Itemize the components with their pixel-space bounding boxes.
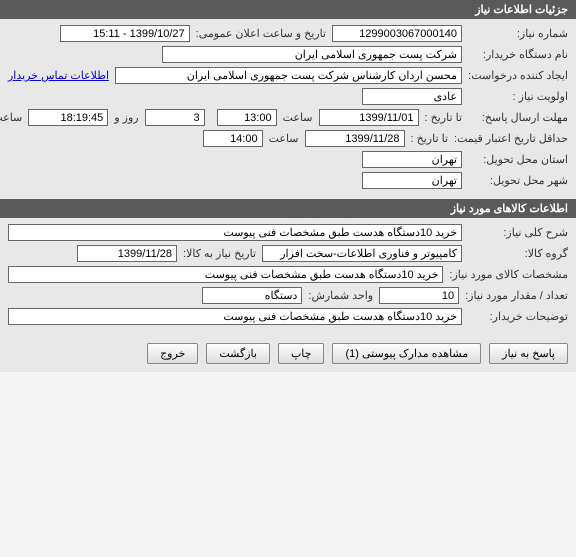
to-date-label-2: تا تاریخ :	[411, 132, 448, 145]
need-number-field[interactable]	[332, 25, 462, 42]
response-deadline-date[interactable]	[319, 109, 419, 126]
unit-field[interactable]	[202, 287, 302, 304]
goods-spec-field[interactable]	[8, 266, 443, 283]
public-datetime-field[interactable]	[60, 25, 190, 42]
section1-body: شماره نیاز: تاریخ و ساعت اعلان عمومی: نا…	[0, 19, 576, 199]
delivery-city-label: شهر محل تحویل:	[468, 174, 568, 187]
buyer-org-field[interactable]	[162, 46, 462, 63]
delivery-province-label: استان محل تحویل:	[468, 153, 568, 166]
need-to-date-label: تاریخ نیاز به کالا:	[183, 247, 256, 260]
button-bar: پاسخ به نیاز مشاهده مدارک پیوستی (1) چاپ…	[0, 335, 576, 372]
min-validity-time[interactable]	[203, 130, 263, 147]
priority-field[interactable]	[362, 88, 462, 105]
remain-day-label: روز و	[114, 111, 138, 124]
buyer-contact-link[interactable]: اطلاعات تماس خریدار	[8, 69, 109, 82]
goods-group-field[interactable]	[262, 245, 462, 262]
goods-spec-label: مشخصات کالای مورد نیاز:	[449, 268, 568, 281]
creator-label: ایجاد کننده درخواست:	[468, 69, 568, 82]
min-validity-date[interactable]	[305, 130, 405, 147]
time-label-1: ساعت	[283, 111, 313, 124]
goods-group-label: گروه کالا:	[468, 247, 568, 260]
buyer-org-label: نام دستگاه خریدار:	[468, 48, 568, 61]
qty-label: تعداد / مقدار مورد نیاز:	[465, 289, 568, 302]
section2-body: شرح کلی نیاز: گروه کالا: تاریخ نیاز به ک…	[0, 218, 576, 335]
need-to-date-field[interactable]	[77, 245, 177, 262]
delivery-city-field[interactable]	[362, 172, 462, 189]
remain-suffix: ساعت باقی مانده	[0, 111, 22, 124]
exit-button[interactable]: خروج	[147, 343, 198, 364]
creator-field[interactable]	[115, 67, 462, 84]
min-validity-label: حداقل تاریخ اعتبار قیمت:	[454, 132, 568, 145]
to-date-label-1: تا تاریخ :	[425, 111, 462, 124]
buyer-notes-label: توضیحات خریدار:	[468, 310, 568, 323]
section2-header: اطلاعات کالاهای مورد نیاز	[0, 199, 576, 218]
remain-days[interactable]	[145, 109, 205, 126]
priority-label: اولویت نیاز :	[468, 90, 568, 103]
time-label-2: ساعت	[269, 132, 299, 145]
respond-button[interactable]: پاسخ به نیاز	[489, 343, 568, 364]
back-button[interactable]: بازگشت	[206, 343, 270, 364]
section1-header: جزئیات اطلاعات نیاز	[0, 0, 576, 19]
qty-field[interactable]	[379, 287, 459, 304]
general-desc-field[interactable]	[8, 224, 462, 241]
print-button[interactable]: چاپ	[278, 343, 325, 364]
attachments-button[interactable]: مشاهده مدارک پیوستی (1)	[332, 343, 481, 364]
response-deadline-time[interactable]	[217, 109, 277, 126]
delivery-province-field[interactable]	[362, 151, 462, 168]
unit-label: واحد شمارش:	[308, 289, 373, 302]
response-deadline-label: مهلت ارسال پاسخ:	[468, 111, 568, 124]
buyer-notes-field[interactable]	[8, 308, 462, 325]
general-desc-label: شرح کلی نیاز:	[468, 226, 568, 239]
remain-time[interactable]	[28, 109, 108, 126]
need-number-label: شماره نیاز:	[468, 27, 568, 40]
public-datetime-label: تاریخ و ساعت اعلان عمومی:	[196, 27, 326, 40]
